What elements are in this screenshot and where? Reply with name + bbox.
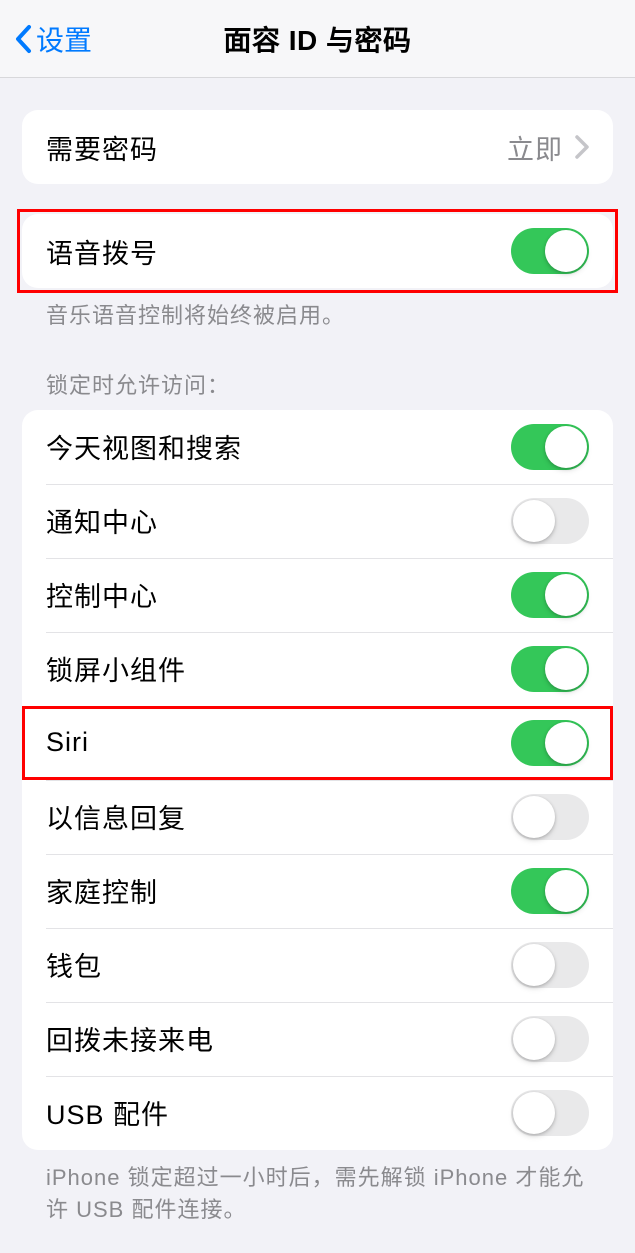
- locked-access-item-toggle[interactable]: [511, 424, 589, 470]
- row-locked-access-item: 通知中心: [22, 484, 613, 558]
- row-locked-access-item: 锁屏小组件: [22, 632, 613, 706]
- locked-access-item-toggle[interactable]: [511, 1016, 589, 1062]
- locked-access-item-toggle[interactable]: [511, 720, 589, 766]
- row-locked-access-item: USB 配件: [22, 1076, 613, 1150]
- row-require-passcode[interactable]: 需要密码 立即: [22, 110, 613, 184]
- row-locked-access-item: 钱包: [22, 928, 613, 1002]
- locked-access-item-label: 锁屏小组件: [46, 649, 186, 688]
- row-locked-access-item: 以信息回复: [22, 780, 613, 854]
- chevron-right-icon: [575, 135, 589, 159]
- locked-access-item-label: USB 配件: [46, 1093, 169, 1132]
- require-passcode-label: 需要密码: [46, 128, 158, 167]
- voice-dial-label: 语音拨号: [46, 232, 158, 271]
- locked-access-item-toggle[interactable]: [511, 794, 589, 840]
- row-locked-access-item: 家庭控制: [22, 854, 613, 928]
- row-locked-access-item: 控制中心: [22, 558, 613, 632]
- row-locked-access-item: Siri: [22, 706, 613, 780]
- page-title: 面容 ID 与密码: [0, 19, 635, 59]
- voice-dial-footer: 音乐语音控制将始终被启用。: [22, 288, 613, 332]
- locked-access-item-label: 以信息回复: [46, 797, 186, 836]
- row-locked-access-item: 今天视图和搜索: [22, 410, 613, 484]
- chevron-left-icon: [14, 24, 32, 54]
- locked-access-item-toggle[interactable]: [511, 498, 589, 544]
- back-button[interactable]: 设置: [0, 19, 92, 59]
- voice-dial-toggle[interactable]: [511, 228, 589, 274]
- group-require-passcode: 需要密码 立即: [22, 110, 613, 184]
- row-locked-access-item: 回拨未接来电: [22, 1002, 613, 1076]
- locked-access-item-toggle[interactable]: [511, 1090, 589, 1136]
- locked-access-item-label: 钱包: [46, 945, 102, 984]
- locked-access-header: 锁定时允许访问：: [22, 332, 613, 410]
- locked-access-item-label: 家庭控制: [46, 871, 158, 910]
- locked-access-footer: iPhone 锁定超过一小时后，需先解锁 iPhone 才能允许 USB 配件连…: [22, 1150, 613, 1226]
- locked-access-item-label: 回拨未接来电: [46, 1019, 214, 1058]
- locked-access-item-label: 控制中心: [46, 575, 158, 614]
- back-label: 设置: [36, 19, 92, 59]
- nav-bar: 设置 面容 ID 与密码: [0, 0, 635, 78]
- locked-access-item-toggle[interactable]: [511, 572, 589, 618]
- locked-access-item-label: 通知中心: [46, 501, 158, 540]
- locked-access-item-toggle[interactable]: [511, 868, 589, 914]
- require-passcode-value: 立即: [507, 128, 563, 167]
- row-voice-dial: 语音拨号: [22, 214, 613, 288]
- locked-access-item-toggle[interactable]: [511, 646, 589, 692]
- locked-access-item-label: 今天视图和搜索: [46, 427, 242, 466]
- group-locked-access: 今天视图和搜索通知中心控制中心锁屏小组件 Siri 以信息回复家庭控制钱包回拨未接来…: [22, 410, 613, 1150]
- group-voice-dial: 语音拨号: [22, 214, 613, 288]
- locked-access-item-toggle[interactable]: [511, 942, 589, 988]
- locked-access-item-label: Siri: [46, 727, 89, 758]
